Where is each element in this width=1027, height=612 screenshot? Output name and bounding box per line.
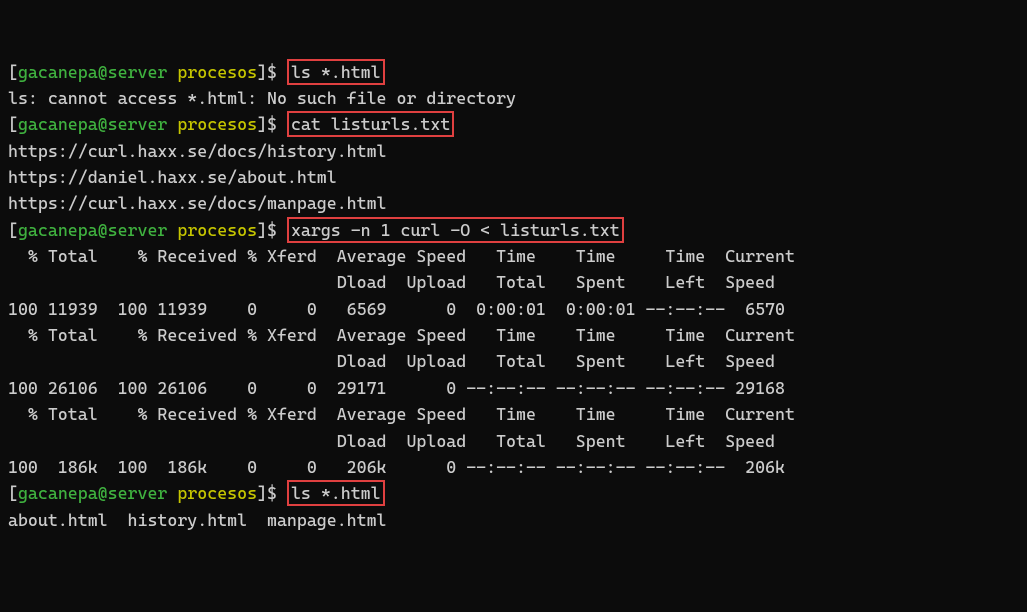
prompt-user-host: gacanepa@server <box>18 62 167 82</box>
curl-progress-header2: Dload Upload Total Spent Left Speed <box>8 431 775 451</box>
prompt-path: procesos <box>177 114 257 134</box>
curl-progress-header: % Total % Received % Xferd Average Speed… <box>8 404 795 424</box>
curl-progress-header: % Total % Received % Xferd Average Speed… <box>8 325 795 345</box>
curl-progress-header2: Dload Upload Total Spent Left Speed <box>8 351 775 371</box>
command-ls-html-1: ls *.html <box>287 59 385 85</box>
command-cat-listurls: cat listurls.txt <box>287 111 454 137</box>
curl-progress-row: 100 186k 100 186k 0 0 206k 0 --:--:-- --… <box>8 457 785 477</box>
prompt-user-host: gacanepa@server <box>18 114 167 134</box>
prompt-line: [gacanepa@server procesos]$ <box>8 220 287 240</box>
output-url-2: https://daniel.haxx.se/about.html <box>8 167 337 187</box>
prompt-user-host: gacanepa@server <box>18 220 167 240</box>
curl-progress-header: % Total % Received % Xferd Average Speed… <box>8 246 795 266</box>
prompt-path: procesos <box>177 483 257 503</box>
prompt-line: [gacanepa@server procesos]$ <box>8 62 287 82</box>
curl-progress-row: 100 11939 100 11939 0 0 6569 0 0:00:01 0… <box>8 299 785 319</box>
output-url-3: https://curl.haxx.se/docs/manpage.html <box>8 193 387 213</box>
output-url-1: https://curl.haxx.se/docs/history.html <box>8 141 387 161</box>
output-ls-error: ls: cannot access *.html: No such file o… <box>8 88 516 108</box>
prompt-path: procesos <box>177 220 257 240</box>
curl-progress-header2: Dload Upload Total Spent Left Speed <box>8 272 775 292</box>
terminal-output: [gacanepa@server procesos]$ ls *.html ls… <box>8 59 1019 533</box>
prompt-path: procesos <box>177 62 257 82</box>
curl-progress-row: 100 26106 100 26106 0 0 29171 0 --:--:--… <box>8 378 785 398</box>
prompt-line: [gacanepa@server procesos]$ <box>8 483 287 503</box>
command-xargs-curl: xargs -n 1 curl -O < listurls.txt <box>287 217 624 243</box>
command-ls-html-2: ls *.html <box>287 480 385 506</box>
prompt-user-host: gacanepa@server <box>18 483 167 503</box>
prompt-line: [gacanepa@server procesos]$ <box>8 114 287 134</box>
